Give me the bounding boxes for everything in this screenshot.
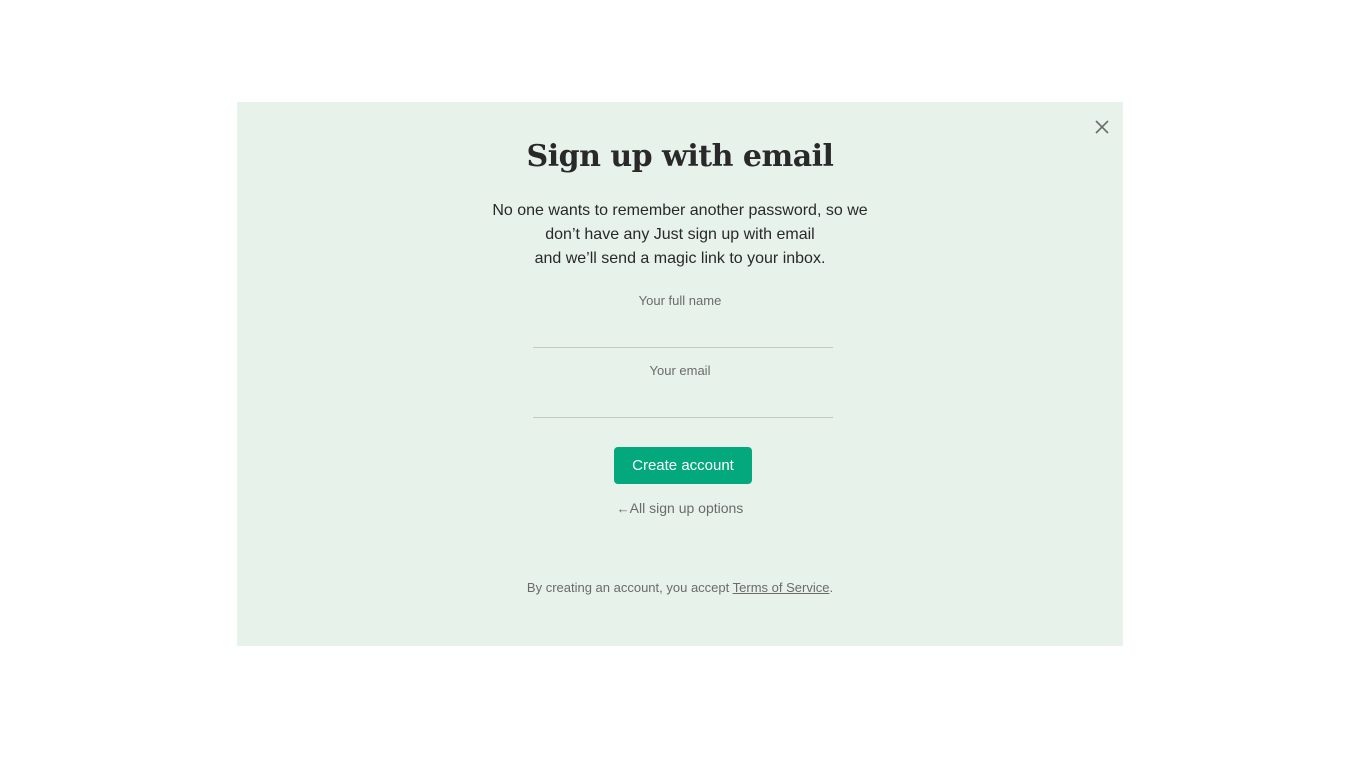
close-icon	[1095, 120, 1109, 134]
terms-notice: By creating an account, you accept Terms…	[237, 580, 1123, 595]
modal-description: No one wants to remember another passwor…	[237, 199, 1123, 271]
email-input[interactable]	[533, 393, 833, 418]
terms-prefix: By creating an account, you accept	[526, 580, 733, 595]
terms-suffix: .	[829, 580, 834, 595]
modal-title: Sign up with email	[526, 139, 834, 174]
terms-of-service-link[interactable]: Terms of Service	[733, 580, 830, 595]
back-arrow-icon: ←	[616, 501, 630, 516]
close-button[interactable]	[1091, 116, 1113, 138]
description-line: don’t have any Just sign up with email	[545, 226, 815, 243]
back-link-label: All sign up options	[629, 500, 744, 516]
full-name-label: Your full name	[638, 293, 722, 308]
description-line: No one wants to remember another passwor…	[492, 202, 868, 219]
email-label: Your email	[649, 363, 711, 378]
all-signup-options-link[interactable]: ←All sign up options	[237, 500, 1123, 516]
signup-modal: Sign up with email No one wants to remem…	[237, 102, 1123, 646]
create-account-button[interactable]: Create account	[614, 447, 752, 484]
description-line: and we’ll send a magic link to your inbo…	[534, 250, 826, 267]
full-name-input[interactable]	[533, 323, 833, 348]
